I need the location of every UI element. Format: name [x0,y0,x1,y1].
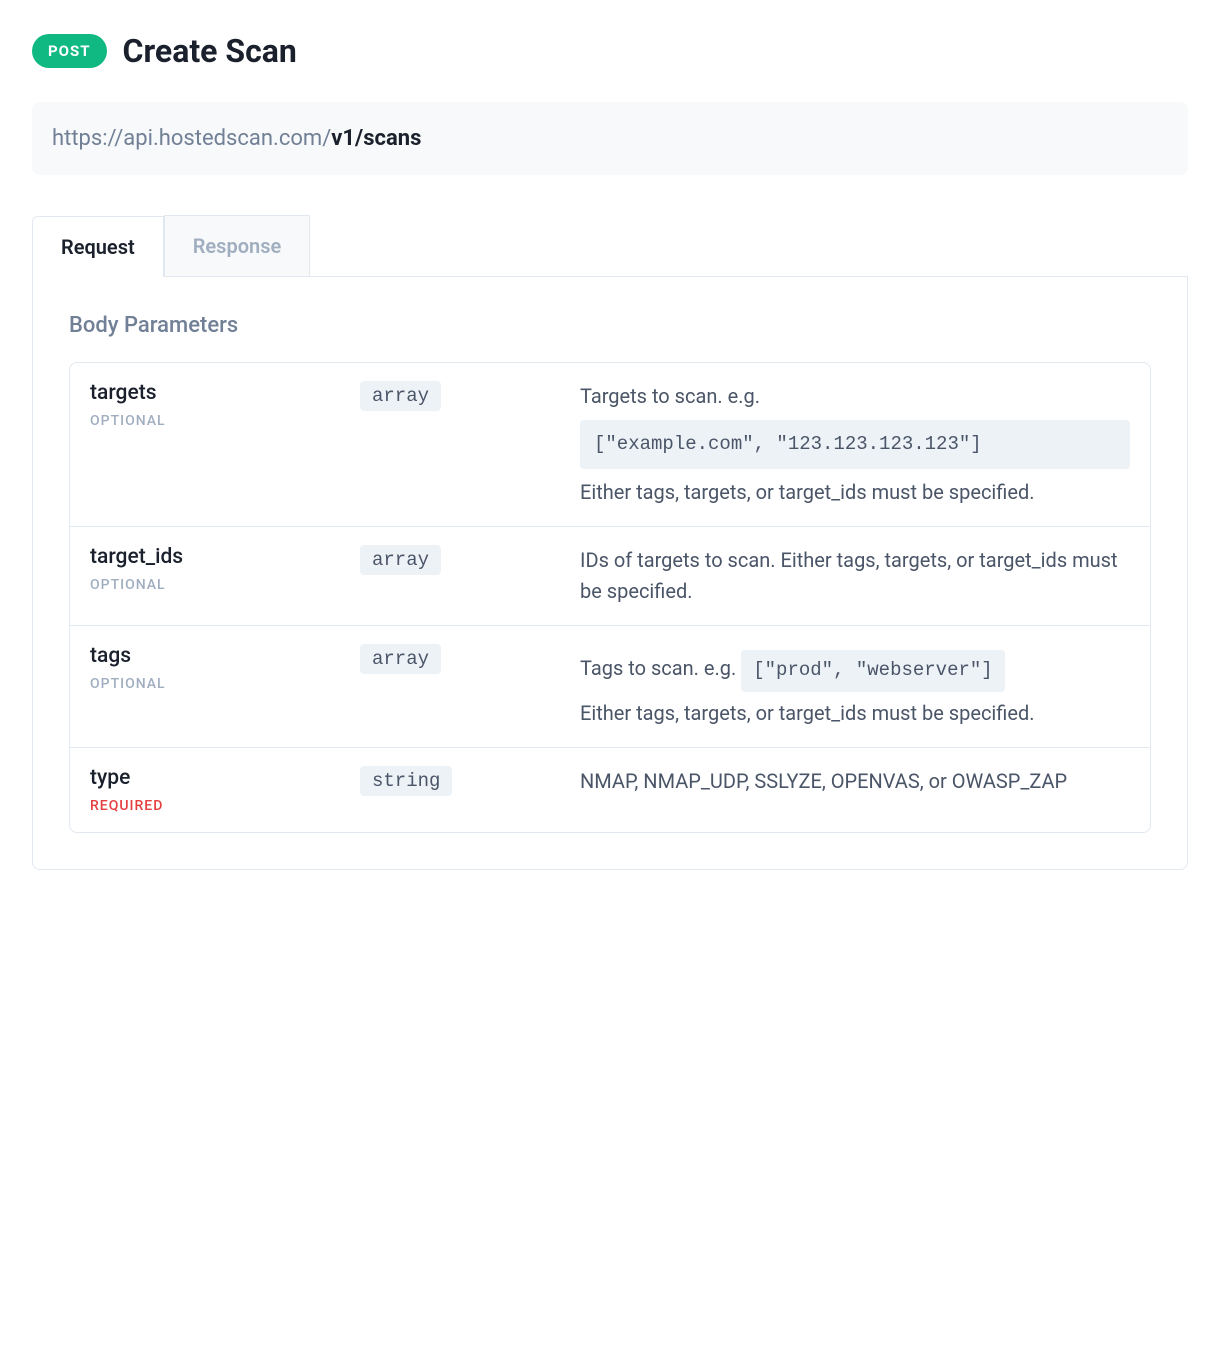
param-desc-text: IDs of targets to scan. Either tags, tar… [580,548,1118,603]
param-row-type: type REQUIRED string NMAP, NMAP_UDP, SSL… [70,748,1150,832]
param-name: tags [90,644,340,668]
param-type-badge: array [360,381,441,411]
param-name-col: target_ids OPTIONAL [90,545,340,607]
param-desc-text: Either tags, targets, or target_ids must… [580,701,1035,725]
param-type-col: array [360,381,560,508]
param-row-targets: targets OPTIONAL array Targets to scan. … [70,363,1150,527]
param-row-target-ids: target_ids OPTIONAL array IDs of targets… [70,527,1150,626]
param-desc-text: Targets to scan. e.g. [580,384,760,408]
param-row-tags: tags OPTIONAL array Tags to scan. e.g. [… [70,626,1150,747]
param-type-badge: array [360,644,441,674]
param-name: type [90,766,340,790]
tab-request[interactable]: Request [32,216,164,277]
param-name-col: type REQUIRED [90,766,340,814]
section-title-body-params: Body Parameters [69,313,1151,338]
param-type-col: string [360,766,560,814]
param-name: target_ids [90,545,340,569]
param-required-label: OPTIONAL [90,676,340,692]
param-required-label: OPTIONAL [90,413,340,429]
param-desc: Tags to scan. e.g. ["prod", "webserver"]… [580,644,1130,728]
endpoint-title: Create Scan [123,32,297,70]
url-path: v1/scans [331,126,421,151]
param-type-badge: array [360,545,441,575]
params-table: targets OPTIONAL array Targets to scan. … [69,362,1151,833]
param-name-col: tags OPTIONAL [90,644,340,728]
param-desc-text: Either tags, targets, or target_ids must… [580,480,1035,504]
http-method-badge: POST [32,34,107,68]
param-required-label: OPTIONAL [90,577,340,593]
param-desc-text: NMAP, NMAP_UDP, SSLYZE, OPENVAS, or OWAS… [580,769,1067,793]
param-desc-code: ["prod", "webserver"] [741,650,1004,691]
tab-response[interactable]: Response [164,215,311,276]
param-type-badge: string [360,766,452,796]
endpoint-url: https://api.hostedscan.com/v1/scans [32,102,1188,175]
param-desc-text: Tags to scan. e.g. [580,656,736,680]
param-desc-code: ["example.com", "123.123.123.123"] [580,420,1130,469]
param-desc: NMAP, NMAP_UDP, SSLYZE, OPENVAS, or OWAS… [580,766,1130,814]
param-required-label: REQUIRED [90,798,340,814]
tab-bar: Request Response [32,215,1188,277]
param-name-col: targets OPTIONAL [90,381,340,508]
param-desc: IDs of targets to scan. Either tags, tar… [580,545,1130,607]
url-base: https://api.hostedscan.com/ [52,126,331,151]
tab-content-request: Body Parameters targets OPTIONAL array T… [32,277,1188,870]
param-desc: Targets to scan. e.g. ["example.com", "1… [580,381,1130,508]
param-type-col: array [360,545,560,607]
param-type-col: array [360,644,560,728]
endpoint-header: POST Create Scan [32,32,1188,70]
param-name: targets [90,381,340,405]
